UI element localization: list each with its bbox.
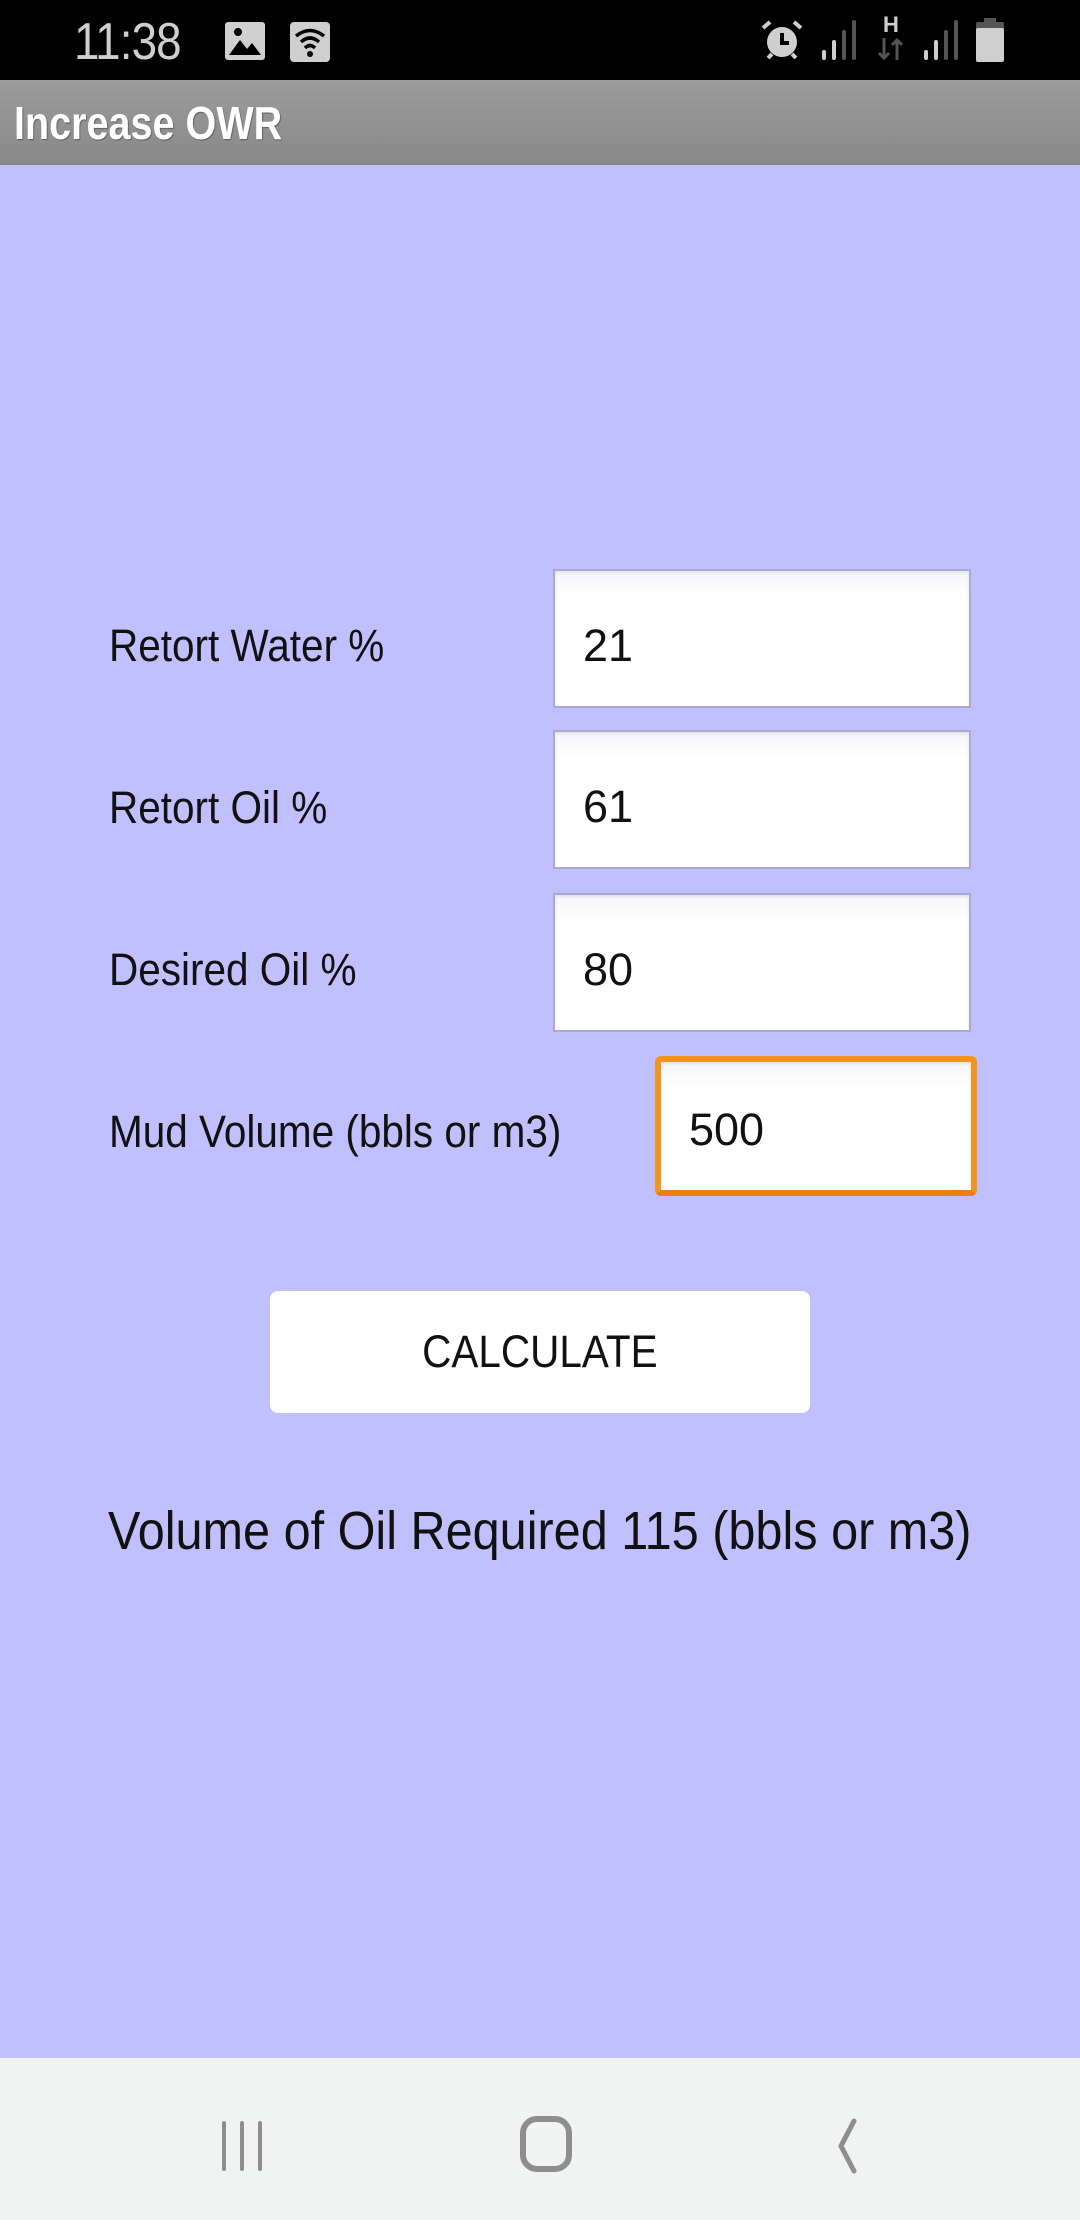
home-icon xyxy=(520,2116,572,2172)
alarm-icon xyxy=(761,20,803,60)
retort-water-input[interactable] xyxy=(555,571,969,706)
signal-icon xyxy=(822,20,856,60)
status-bar: 11:38 H xyxy=(0,0,1080,80)
recent-apps-icon xyxy=(222,2121,262,2171)
back-button[interactable] xyxy=(807,2108,887,2178)
calculate-button-label: CALCULATE xyxy=(422,1326,658,1377)
result-text: Volume of Oil Required 115 (bbls or m3) xyxy=(0,1500,1080,1562)
desired-oil-input[interactable] xyxy=(555,895,969,1030)
desired-oil-field[interactable] xyxy=(553,893,971,1032)
retort-water-field[interactable] xyxy=(553,569,971,708)
result-label: Volume of Oil Required 115 (bbls or m3) xyxy=(108,1501,972,1561)
status-time: 11:38 xyxy=(74,13,182,71)
recent-apps-button[interactable] xyxy=(202,2108,282,2178)
hspa-data-icon: H xyxy=(876,14,906,64)
home-button[interactable] xyxy=(505,2108,585,2178)
mud-volume-field[interactable] xyxy=(655,1056,977,1196)
mud-volume-label: Mud Volume (bbls or m3) xyxy=(109,1106,562,1157)
wifi-icon xyxy=(290,22,330,62)
mud-volume-input[interactable] xyxy=(661,1062,971,1190)
battery-icon xyxy=(976,18,1004,62)
gallery-icon xyxy=(225,22,265,60)
retort-oil-field[interactable] xyxy=(553,730,971,869)
retort-oil-label: Retort Oil % xyxy=(109,782,328,833)
signal-icon xyxy=(924,20,958,60)
calculate-button[interactable]: CALCULATE xyxy=(270,1291,810,1413)
back-icon xyxy=(838,2118,857,2174)
desired-oil-label: Desired Oil % xyxy=(109,944,357,995)
retort-water-label: Retort Water % xyxy=(109,620,385,671)
navigation-bar xyxy=(0,2058,1080,2220)
app-title: Increase OWR xyxy=(14,97,283,149)
retort-oil-input[interactable] xyxy=(555,732,969,867)
app-bar: Increase OWR xyxy=(0,80,1080,165)
